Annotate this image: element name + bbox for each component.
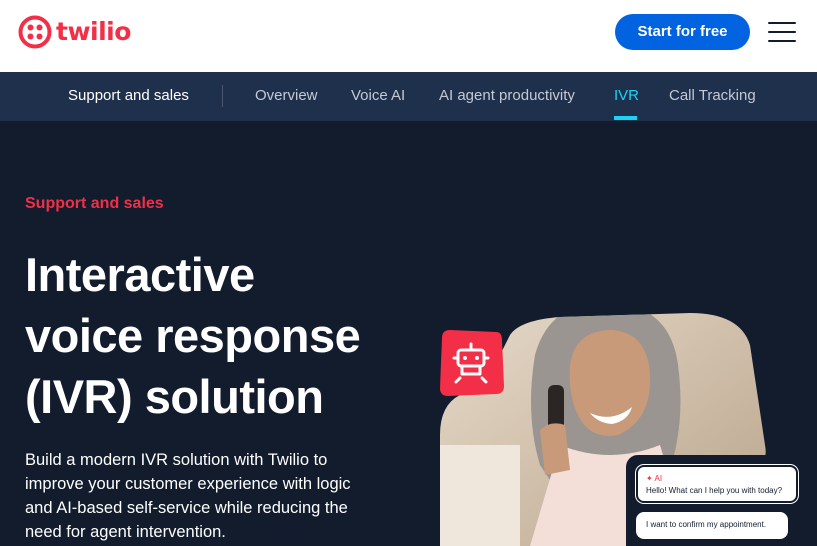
ai-chat-message: Hello! What can I help you with today? <box>646 486 783 495</box>
hero-headline: Interactive voice response (IVR) solutio… <box>25 244 425 427</box>
subnav-link-ivr[interactable]: IVR <box>614 72 639 120</box>
subnav-link-ai-agent-productivity[interactable]: AI agent productivity <box>439 72 575 120</box>
hero-headline-line: voice response <box>25 309 361 362</box>
robot-assistant-icon <box>440 330 504 396</box>
ai-sparkle-tag: ✦ AI <box>646 474 663 483</box>
subnav-link-voice-ai[interactable]: Voice AI <box>351 72 405 120</box>
hero-headline-line: Interactive <box>25 248 255 301</box>
start-for-free-button[interactable]: Start for free <box>615 14 750 50</box>
hamburger-menu-icon[interactable] <box>766 20 798 44</box>
user-chat-message: I want to confirm my appointment. <box>646 520 767 529</box>
ai-chat-bubble: ✦ AI Hello! What can I help you with tod… <box>636 465 798 503</box>
subnav-link-overview[interactable]: Overview <box>255 72 318 120</box>
hero-headline-line: (IVR) solution <box>25 370 324 423</box>
subnav-divider <box>222 85 223 107</box>
hero-description-line: improve your customer experience with lo… <box>25 475 351 493</box>
hero-description-line: and AI-based self-service while reducing… <box>25 499 348 517</box>
subnav-link-call-tracking[interactable]: Call Tracking <box>669 72 756 120</box>
subnav-section-title[interactable]: Support and sales <box>68 72 189 120</box>
top-header: twilio Start for free <box>0 0 817 72</box>
hero-description: Build a modern IVR solution with Twilio … <box>25 448 390 544</box>
hero-description-line: Build a modern IVR solution with Twilio … <box>25 451 328 469</box>
active-tab-indicator <box>614 116 637 120</box>
ai-tag-label: AI <box>654 474 663 483</box>
twilio-wordmark: twilio <box>56 17 131 46</box>
twilio-logo[interactable]: twilio <box>18 15 131 49</box>
twilio-logo-icon <box>18 15 52 49</box>
hero-description-line: need for agent intervention. <box>25 523 226 541</box>
section-subnav: Support and sales Overview Voice AI AI a… <box>0 72 817 121</box>
user-chat-bubble: I want to confirm my appointment. <box>636 512 788 539</box>
hero-eyebrow: Support and sales <box>25 195 164 212</box>
